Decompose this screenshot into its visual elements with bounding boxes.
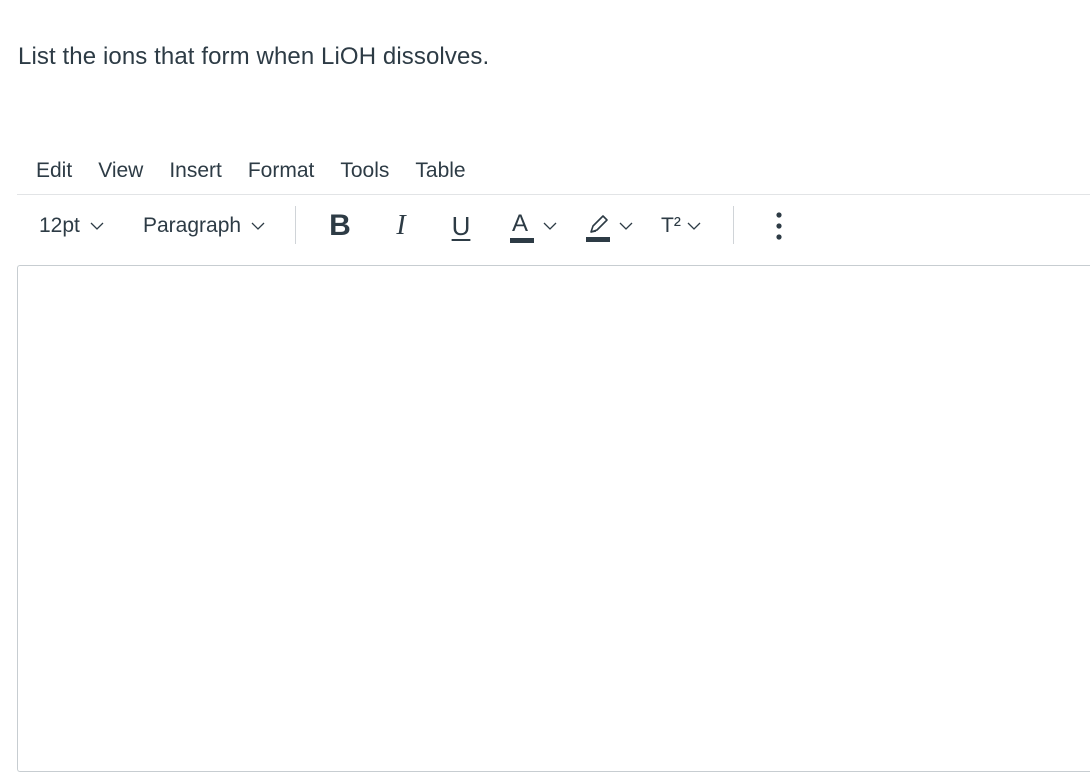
- more-button[interactable]: [769, 206, 789, 246]
- menu-table[interactable]: Table: [415, 155, 465, 187]
- rich-text-editor-area[interactable]: [17, 265, 1090, 772]
- toolbar-separator: [733, 206, 734, 244]
- highlight-icon: [585, 210, 611, 242]
- underline-button[interactable]: U: [447, 206, 475, 246]
- bold-button[interactable]: B: [325, 206, 355, 246]
- chevron-down-icon: [543, 222, 557, 231]
- page: List the ions that form when LiOH dissol…: [0, 0, 1090, 776]
- highlight-button[interactable]: [585, 206, 633, 246]
- italic-icon: I: [396, 210, 406, 241]
- chevron-down-icon: [619, 222, 633, 231]
- toolbar-separator: [295, 206, 296, 244]
- bold-icon: B: [329, 209, 351, 242]
- chevron-down-icon: [90, 222, 104, 231]
- more-vertical-icon: [776, 212, 782, 240]
- underline-icon: U: [451, 210, 471, 241]
- text-color-button[interactable]: A: [509, 206, 557, 246]
- menu-format[interactable]: Format: [248, 155, 315, 187]
- block-format-value: Paragraph: [143, 214, 242, 237]
- chevron-down-icon: [687, 222, 701, 231]
- menu-edit[interactable]: Edit: [36, 155, 72, 187]
- editor-toolbar: 12pt Paragraph B I U A T²: [17, 200, 1090, 252]
- italic-button[interactable]: I: [387, 206, 415, 246]
- menu-tools[interactable]: Tools: [340, 155, 389, 187]
- menu-insert[interactable]: Insert: [169, 155, 222, 187]
- text-color-icon: A: [509, 210, 535, 243]
- superscript-icon: T²: [661, 214, 681, 237]
- font-size-dropdown[interactable]: 12pt: [39, 206, 104, 246]
- menu-view[interactable]: View: [98, 155, 143, 187]
- superscript-button[interactable]: T²: [661, 206, 701, 246]
- block-format-dropdown[interactable]: Paragraph: [143, 206, 265, 246]
- editor-menubar: Edit View Insert Format Tools Table: [17, 148, 1090, 195]
- font-size-value: 12pt: [39, 214, 80, 237]
- chevron-down-icon: [251, 222, 265, 231]
- question-text: List the ions that form when LiOH dissol…: [18, 43, 490, 70]
